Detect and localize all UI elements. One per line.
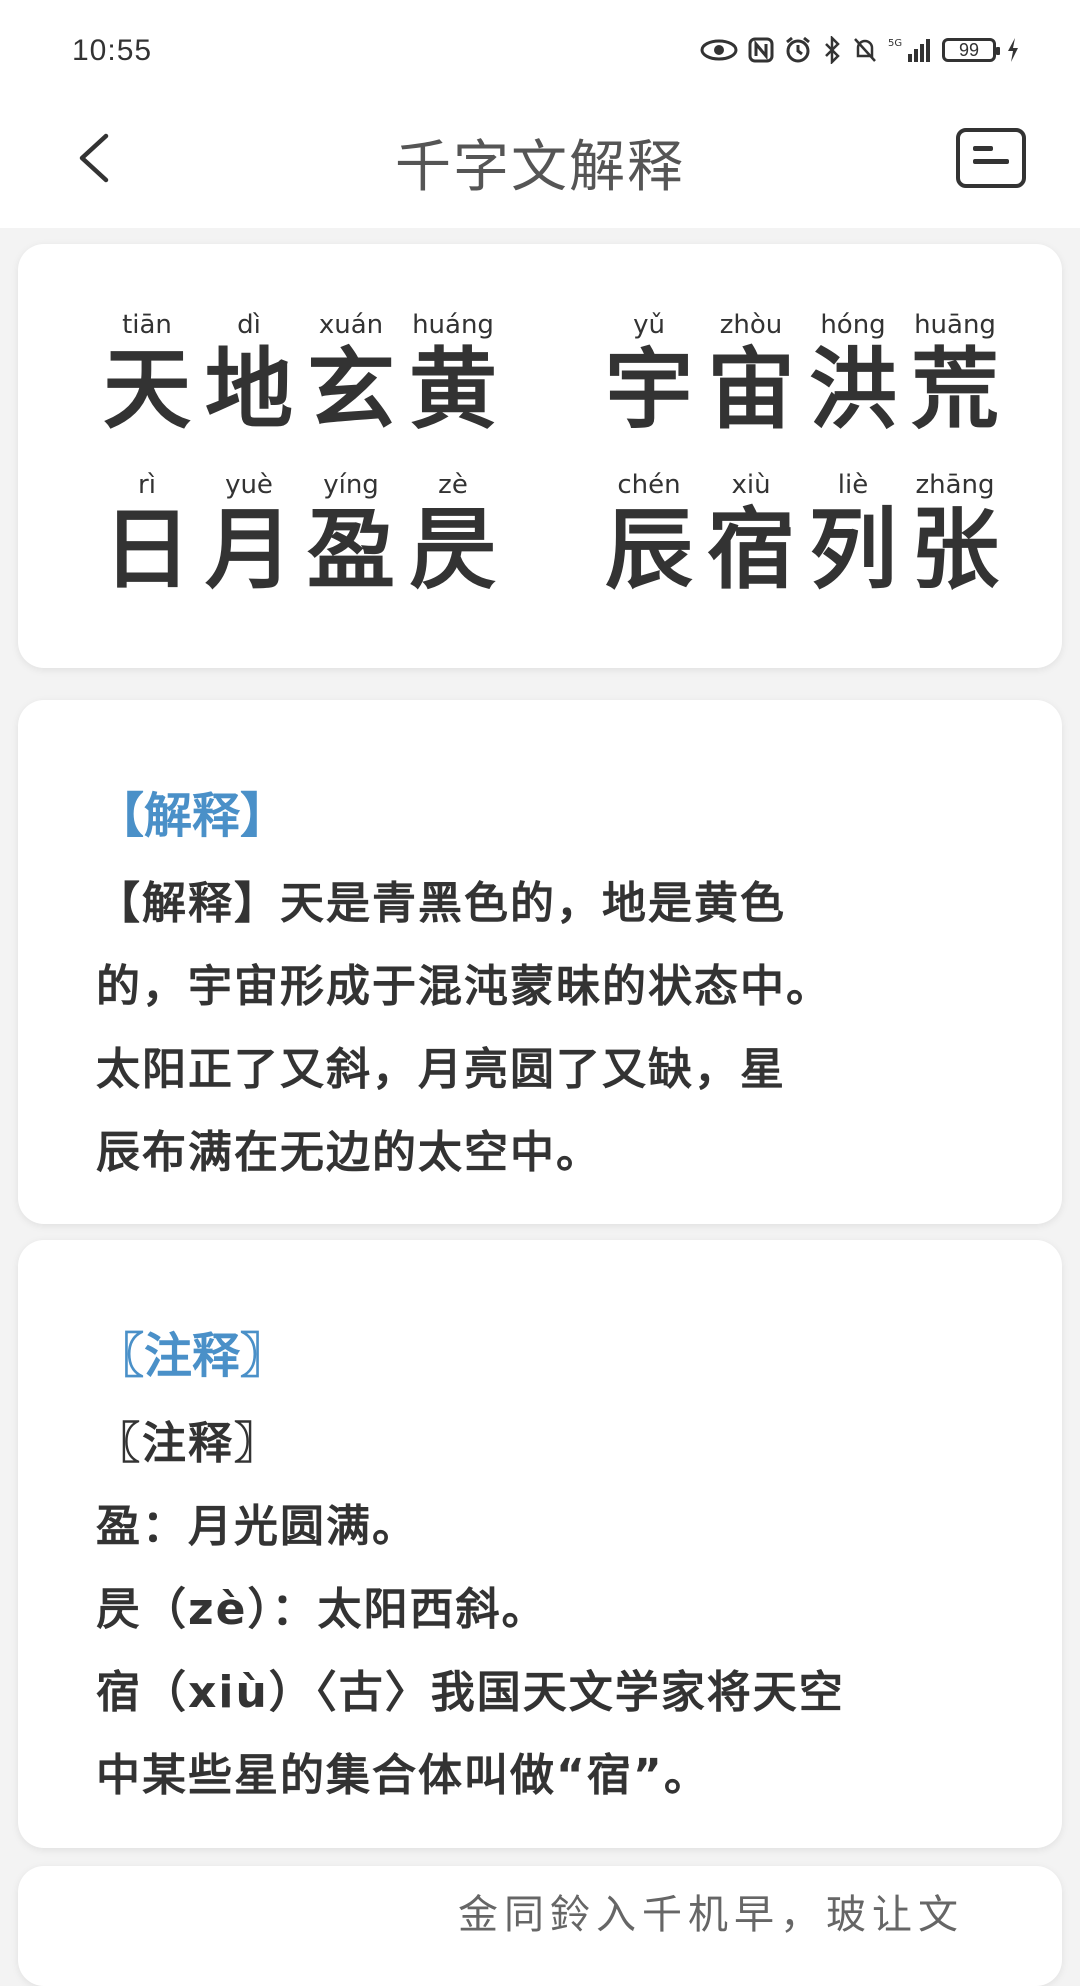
pinyin: huáng bbox=[412, 310, 494, 340]
pinyin: yuè bbox=[225, 470, 273, 500]
hanzi: 玄 bbox=[306, 338, 395, 441]
pinyin: hóng bbox=[820, 310, 886, 340]
verse-char: zhāng 张 bbox=[904, 468, 1006, 598]
text-line: 宿（xiù）〈古〉我国天文学家将天空 bbox=[96, 1667, 845, 1718]
hanzi: 黄 bbox=[408, 338, 497, 441]
verse-char: xuán 玄 bbox=[300, 308, 402, 438]
hanzi: 荒 bbox=[910, 338, 999, 441]
verse-char: liè 列 bbox=[802, 468, 904, 598]
svg-text:5G: 5G bbox=[888, 38, 902, 49]
nfc-icon bbox=[748, 37, 774, 63]
text-line: 〖注释〗 bbox=[96, 1418, 280, 1469]
status-icons: 5G 99 bbox=[700, 36, 1020, 64]
text-line: 的，宇宙形成于混沌蒙昧的状态中。 bbox=[96, 961, 832, 1012]
verse-char: yuè 月 bbox=[198, 468, 300, 598]
text-line: 昃（zè）：太阳西斜。 bbox=[96, 1584, 548, 1635]
verse-char: hóng 洪 bbox=[802, 308, 904, 438]
hanzi: 辰 bbox=[604, 498, 693, 601]
verse-char: rì 日 bbox=[96, 468, 198, 598]
bluetooth-icon bbox=[825, 36, 840, 64]
charging-icon bbox=[1008, 38, 1018, 62]
next-card: 金同鈴入千机早，玻让文 bbox=[18, 1866, 1062, 1986]
pinyin: xiù bbox=[731, 470, 771, 500]
menu-button[interactable] bbox=[956, 128, 1026, 188]
verse-card: tiān 天 dì 地 xuán 玄 huáng 黄 yǔ 宇 zhòu 宙 hóng 洪 h… bbox=[18, 244, 1062, 668]
menu-line-icon bbox=[973, 159, 1009, 164]
battery-indicator: 99 bbox=[942, 38, 1000, 62]
pinyin: yǔ bbox=[633, 310, 665, 340]
verse-row-1: tiān 天 dì 地 xuán 玄 huáng 黄 yǔ 宇 zhòu 宙 hóng 洪 h… bbox=[96, 308, 1006, 438]
text-line: 盈：月光圆满。 bbox=[96, 1501, 418, 1552]
pinyin: zhāng bbox=[915, 470, 995, 500]
verse-phrase: yǔ 宇 zhòu 宙 hóng 洪 huāng 荒 bbox=[598, 308, 1006, 438]
hanzi: 张 bbox=[910, 498, 999, 601]
verse-char: huāng 荒 bbox=[904, 308, 1006, 438]
hanzi: 洪 bbox=[808, 338, 897, 441]
status-bar: 10:55 5G 99 bbox=[0, 0, 1080, 100]
verse-phrase: chén 辰 xiù 宿 liè 列 zhāng 张 bbox=[598, 468, 1006, 598]
pinyin: liè bbox=[837, 470, 869, 500]
hanzi: 宙 bbox=[706, 338, 795, 441]
hanzi: 宿 bbox=[706, 498, 795, 601]
hanzi: 日 bbox=[102, 498, 191, 601]
pinyin: rì bbox=[138, 470, 156, 500]
verse-char: yíng 盈 bbox=[300, 468, 402, 598]
text-line: 太阳正了又斜，月亮圆了又缺，星 bbox=[96, 1044, 786, 1095]
verse-char: yǔ 宇 bbox=[598, 308, 700, 438]
hanzi: 地 bbox=[204, 338, 293, 441]
pinyin: huāng bbox=[914, 310, 996, 340]
pinyin: zè bbox=[438, 470, 468, 500]
pinyin: dì bbox=[237, 310, 261, 340]
verse-char: dì 地 bbox=[198, 308, 300, 438]
notes-card: 〖注释〗 〖注释〗 盈：月光圆满。 昃（zè）：太阳西斜。 宿（xiù）〈古〉我… bbox=[18, 1240, 1062, 1848]
mute-bell-icon bbox=[854, 38, 876, 62]
hanzi: 月 bbox=[204, 498, 293, 601]
pinyin: zhòu bbox=[719, 310, 783, 340]
text-line: 【解释】天是青黑色的，地是黄色 bbox=[96, 878, 786, 929]
explanation-card: 【解释】 【解释】天是青黑色的，地是黄色 的，宇宙形成于混沌蒙昧的状态中。 太阳… bbox=[18, 700, 1062, 1224]
signal-5g-icon: 5G bbox=[888, 38, 930, 62]
hanzi: 天 bbox=[102, 338, 191, 441]
verse-row-2: rì 日 yuè 月 yíng 盈 zè 昃 chén 辰 xiù 宿 liè 列 zhāng… bbox=[96, 468, 1006, 598]
menu-line-icon bbox=[973, 146, 993, 151]
verse-char: xiù 宿 bbox=[700, 468, 802, 598]
text-line: 中某些星的集合体叫做“宿”。 bbox=[96, 1750, 710, 1801]
notes-text: 〖注释〗 盈：月光圆满。 昃（zè）：太阳西斜。 宿（xiù）〈古〉我国天文学家… bbox=[96, 1402, 1016, 1817]
verse-phrase: rì 日 yuè 月 yíng 盈 zè 昃 bbox=[96, 468, 504, 598]
pinyin: xuán bbox=[318, 310, 384, 340]
notes-title: 〖注释〗 bbox=[96, 1328, 289, 1384]
page-title: 千字文解释 bbox=[395, 135, 685, 200]
verse-phrase: tiān 天 dì 地 xuán 玄 huáng 黄 bbox=[96, 308, 504, 438]
explanation-title: 【解释】 bbox=[96, 788, 289, 844]
verse-char: huáng 黄 bbox=[402, 308, 504, 438]
pinyin: chén bbox=[617, 470, 681, 500]
hanzi: 盈 bbox=[306, 498, 395, 601]
app-bar: 千字文解释 bbox=[0, 100, 1080, 228]
eye-icon bbox=[700, 39, 738, 61]
pinyin: yíng bbox=[323, 470, 379, 500]
verse-char: chén 辰 bbox=[598, 468, 700, 598]
alarm-icon bbox=[786, 36, 810, 63]
verse-char: zhòu 宙 bbox=[700, 308, 802, 438]
verse-char: zè 昃 bbox=[402, 468, 504, 598]
hanzi: 列 bbox=[808, 498, 897, 601]
hanzi: 昃 bbox=[408, 498, 497, 601]
text-line: 辰布满在无边的太空中。 bbox=[96, 1127, 602, 1178]
hanzi: 宇 bbox=[604, 338, 693, 441]
pinyin: tiān bbox=[122, 310, 172, 340]
next-card-text: 金同鈴入千机早，玻让文 bbox=[458, 1892, 964, 1938]
verse-char: tiān 天 bbox=[96, 308, 198, 438]
explanation-text: 【解释】天是青黑色的，地是黄色 的，宇宙形成于混沌蒙昧的状态中。 太阳正了又斜，… bbox=[96, 862, 1016, 1194]
status-time: 10:55 bbox=[72, 34, 153, 67]
